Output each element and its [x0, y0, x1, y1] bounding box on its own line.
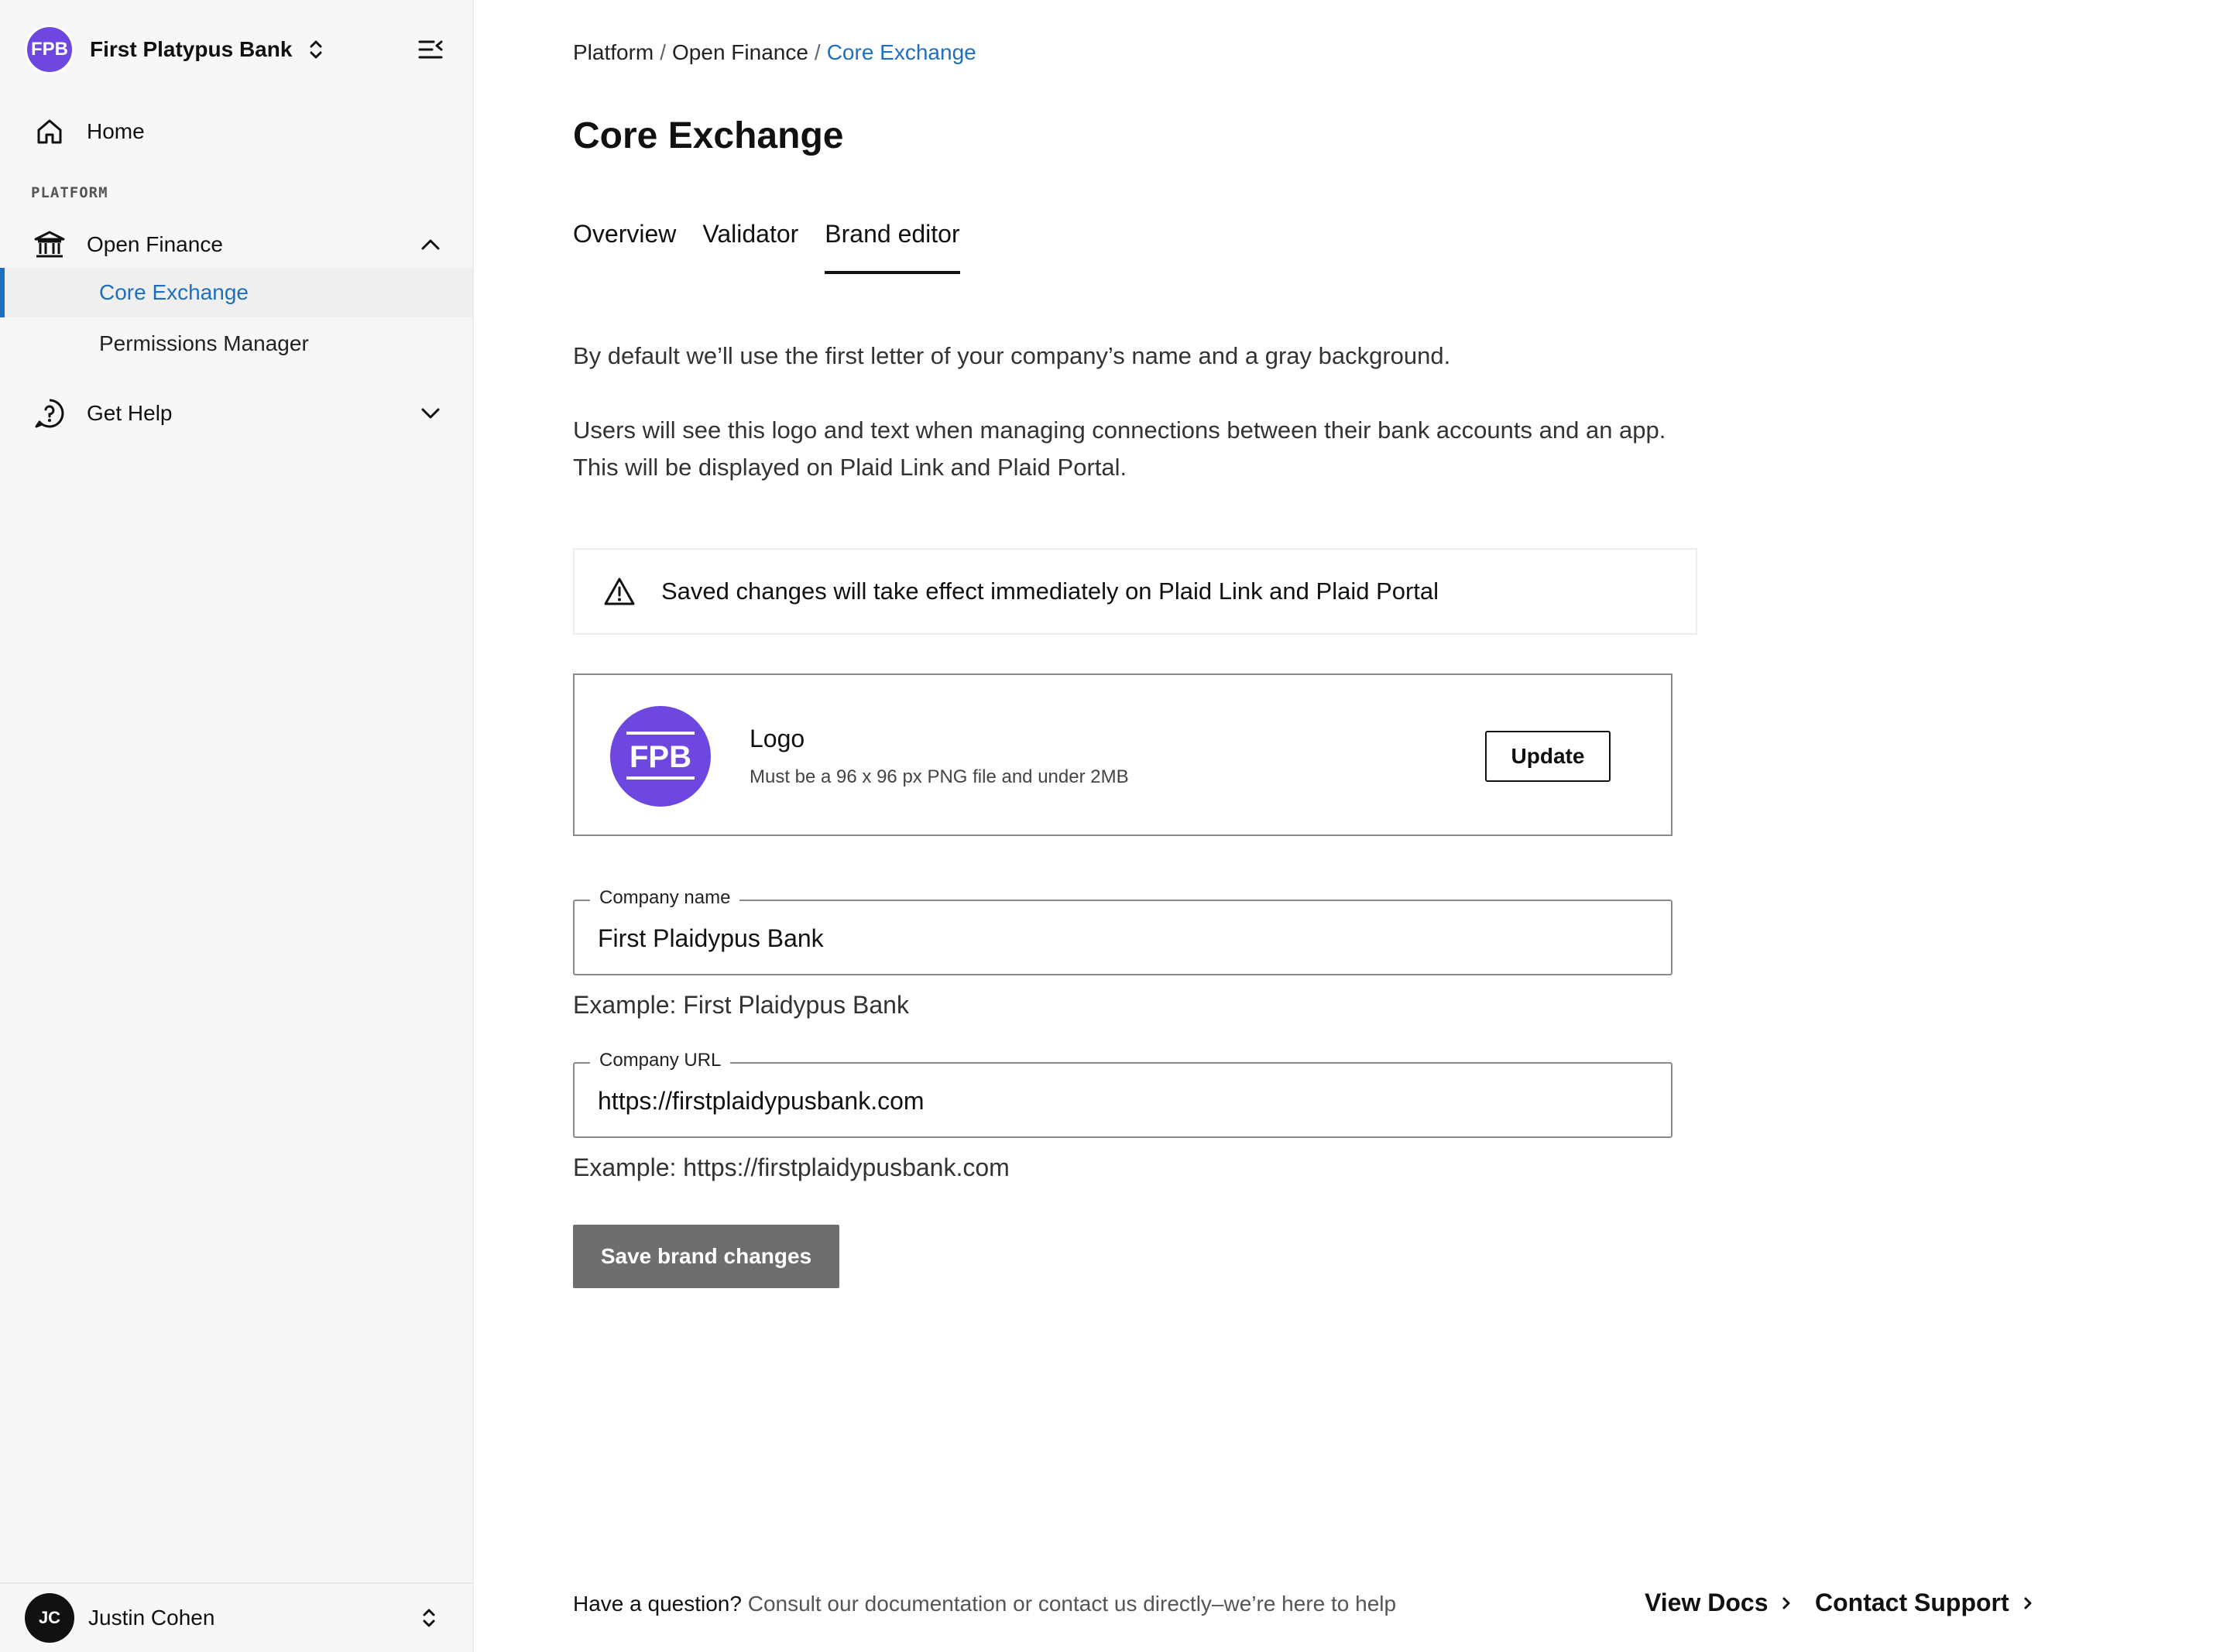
sidebar-item-core-exchange[interactable]: Core Exchange: [0, 268, 472, 317]
sidebar-item-permissions-manager[interactable]: Permissions Manager: [0, 319, 472, 368]
view-docs-link[interactable]: View Docs: [1645, 1589, 1797, 1617]
page-title: Core Exchange: [573, 115, 844, 156]
company-url-example: Example: https://firstplaidypusbank.com: [573, 1153, 1010, 1181]
chevron-down-icon[interactable]: [417, 399, 444, 427]
chevron-up-icon[interactable]: [417, 231, 444, 259]
company-url-input[interactable]: [598, 1087, 1635, 1116]
intro-paragraph: Users will see this logo and text when m…: [573, 416, 1666, 481]
contact-support-label: Contact Support: [1815, 1589, 2009, 1616]
user-name: Justin Cohen: [88, 1606, 215, 1630]
breadcrumb-separator: /: [660, 40, 667, 64]
breadcrumb-separator: /: [814, 40, 821, 64]
logo-title: Logo: [750, 725, 805, 752]
company-url-label: Company URL: [590, 1050, 731, 1071]
chevron-right-icon: [1782, 1594, 1797, 1613]
chevron-up-down-icon[interactable]: [418, 1602, 440, 1633]
section-label: PLATFORM: [31, 184, 108, 201]
sidebar-item-label: Home: [87, 119, 145, 143]
sidebar-item-open-finance[interactable]: Open Finance: [0, 223, 472, 266]
org-logo: FPB: [25, 25, 74, 74]
avatar: JC: [25, 1593, 74, 1643]
company-name-field[interactable]: Company name: [573, 887, 1672, 975]
update-logo-button[interactable]: Update: [1485, 731, 1611, 782]
tab-bar: Overview Validator Brand editor: [573, 220, 960, 274]
user-menu[interactable]: JC Justin Cohen: [0, 1582, 472, 1652]
company-url-field[interactable]: Company URL: [573, 1050, 1672, 1138]
contact-support-link[interactable]: Contact Support: [1815, 1589, 2039, 1617]
breadcrumb-platform[interactable]: Platform: [573, 40, 654, 64]
logo-help-text: Must be a 96 x 96 px PNG file and under …: [750, 766, 1129, 787]
company-name-example: Example: First Plaidypus Bank: [573, 991, 909, 1019]
tab-brand-editor[interactable]: Brand editor: [825, 220, 960, 274]
tab-overview[interactable]: Overview: [573, 220, 676, 274]
tab-validator[interactable]: Validator: [702, 220, 798, 274]
org-name: First Platypus Bank: [90, 37, 293, 61]
breadcrumb-open-finance[interactable]: Open Finance: [672, 40, 808, 64]
company-name-label: Company name: [590, 887, 740, 909]
notice-banner: Saved changes will take effect immediate…: [573, 548, 1697, 635]
breadcrumb-core-exchange[interactable]: Core Exchange: [827, 40, 976, 64]
save-brand-changes-button[interactable]: Save brand changes: [573, 1225, 839, 1288]
view-docs-label: View Docs: [1645, 1589, 1769, 1616]
footer-text: Consult our documentation or contact us …: [741, 1592, 1397, 1616]
collapse-sidebar-icon[interactable]: [415, 34, 446, 65]
company-logo-text: FPB: [630, 740, 691, 774]
warning-icon: [602, 574, 636, 608]
sidebar-item-label: Permissions Manager: [99, 331, 309, 355]
footer-help-text: Have a question? Consult our documentati…: [573, 1592, 1396, 1616]
footer-question: Have a question?: [573, 1592, 742, 1616]
chevron-up-down-icon[interactable]: [306, 34, 326, 65]
company-logo: FPB: [610, 706, 711, 807]
home-icon: [33, 115, 67, 149]
company-name-input[interactable]: [598, 924, 1635, 953]
main-content: Platform / Open Finance / Core Exchange Core…: [474, 0, 2230, 1652]
sidebar-item-get-help[interactable]: Get Help: [0, 392, 472, 435]
org-switcher[interactable]: FPB First Platypus Bank: [25, 25, 326, 74]
bank-icon: [33, 228, 67, 262]
chevron-right-icon: [2023, 1594, 2039, 1613]
sidebar-item-label: Get Help: [87, 401, 173, 425]
sidebar-item-label: Core Exchange: [99, 280, 249, 304]
notice-text: Saved changes will take effect immediate…: [661, 578, 1439, 605]
help-icon: [33, 396, 67, 430]
sidebar-item-home[interactable]: Home: [0, 110, 472, 153]
sidebar-item-label: Open Finance: [87, 232, 223, 256]
sidebar: FPB First Platypus Bank Home PLATFORM Op…: [0, 0, 474, 1652]
logo-card: FPB Logo Must be a 96 x 96 px PNG file a…: [573, 673, 1672, 836]
intro-paragraph: By default we’ll use the first letter of…: [573, 342, 1451, 369]
breadcrumb: Platform / Open Finance / Core Exchange: [573, 40, 976, 65]
